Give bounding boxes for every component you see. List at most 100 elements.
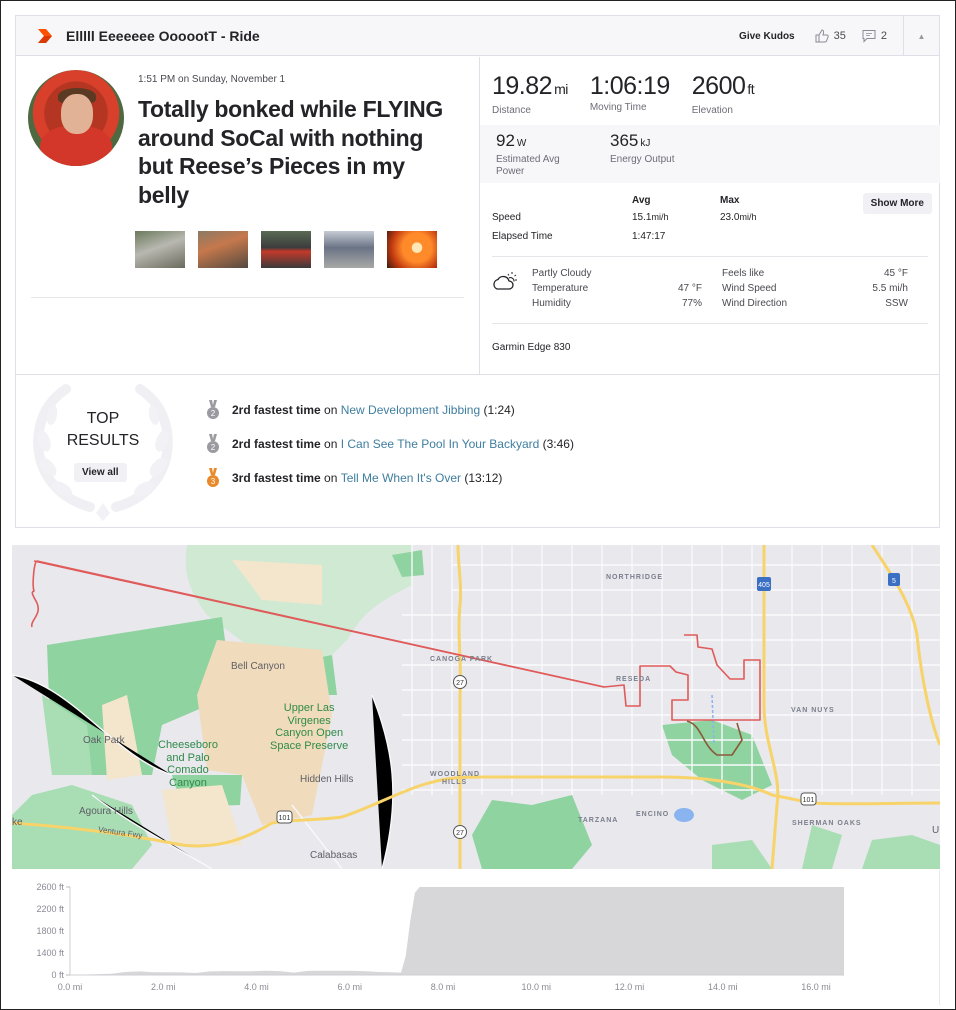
stat-label: Elevation (691, 105, 733, 116)
silver-medal-icon: 2 (207, 434, 219, 453)
row-label-elapsed-time: Elapsed Time (492, 231, 553, 242)
svg-text:101: 101 (279, 815, 291, 822)
stat-value: 19.82 (492, 72, 553, 100)
x-tick-label: 4.0 mi (244, 982, 269, 992)
give-kudos-button[interactable]: Give Kudos (739, 31, 795, 42)
map-label-partial: U (932, 825, 940, 836)
humidity-value: 77% (681, 298, 702, 309)
y-tick-label: 1400 ft (36, 948, 64, 958)
stat-value: 1:06:19 (589, 72, 670, 100)
segment-link[interactable]: New Development Jibbing (341, 403, 480, 417)
stat-value: 2600 (691, 72, 746, 100)
shield-ca27-b: 27 (453, 825, 467, 839)
stat-unit: kJ (640, 138, 651, 149)
svg-text:2: 2 (211, 409, 216, 418)
svg-text:101: 101 (803, 797, 815, 804)
result-item: 3 3rd fastest time on Tell Me When It's … (206, 468, 502, 488)
stat-value: 92 (496, 131, 515, 150)
kudos-count[interactable]: 35 (815, 29, 846, 43)
primary-stats: 19.82 mi Distance 1:06:19 Moving Time 260… (492, 72, 776, 116)
stat-elevation: 2600 ft Elevation (691, 72, 755, 116)
view-all-button[interactable]: View all (74, 463, 127, 482)
column-header-max: Max (720, 195, 740, 206)
wind-speed-label: Wind Speed (722, 283, 777, 294)
feels-like-label: Feels like (722, 268, 765, 279)
divider (492, 256, 928, 257)
shield-i5: 5 (888, 573, 900, 586)
thumbs-up-icon (815, 29, 829, 43)
elevation-area (70, 887, 844, 975)
temperature-label: Temperature (532, 283, 589, 294)
route-map[interactable]: 405 5 101 101 27 27 NORTHRIDGE CANOGA PA… (12, 545, 940, 869)
wind-direction-label: Wind Direction (722, 298, 788, 309)
shield-ca27-a: 27 (453, 675, 467, 689)
wind-direction-value: SSW (885, 298, 908, 309)
x-tick-label: 2.0 mi (151, 982, 176, 992)
divider (492, 323, 928, 324)
stat-unit: W (516, 138, 527, 149)
result-item: 2 2rd fastest time on New Development Ji… (206, 400, 515, 420)
x-tick-label: 16.0 mi (801, 982, 831, 992)
photo-thumbnail[interactable] (261, 231, 311, 268)
kudos-count-value: 35 (833, 30, 846, 42)
x-tick-label: 8.0 mi (431, 982, 456, 992)
athlete-avatar[interactable] (28, 70, 124, 166)
svg-text:405: 405 (758, 582, 770, 589)
x-tick-label: 10.0 mi (522, 982, 552, 992)
shield-us101-b: 101 (800, 792, 817, 806)
show-more-button[interactable]: Show More (862, 193, 932, 214)
map-label-partial: ke (12, 817, 23, 828)
bronze-medal-icon: 3 (207, 468, 219, 487)
row-label-speed: Speed (492, 212, 521, 223)
speed-max: 23.0mi/h (720, 212, 757, 223)
stat-label: Estimated Avg Power (496, 154, 560, 177)
map-label-tarzana: TARZANA (578, 817, 619, 824)
weather-condition: Partly Cloudy (532, 268, 592, 279)
map-label-sherman-oaks: SHERMAN OAKS (792, 820, 862, 827)
elevation-chart-svg: 0 ft 1400 ft 1800 ft 2200 ft 2600 ft 0.0 mi 2… (36, 882, 844, 992)
comment-count[interactable]: 2 (862, 29, 887, 43)
x-tick-label: 6.0 mi (338, 982, 363, 992)
highway-shields: 405 5 101 101 27 27 (276, 573, 900, 839)
feels-like-value: 45 °F (883, 268, 908, 279)
photo-thumbnail[interactable] (135, 231, 185, 268)
temperature-value: 47 °F (677, 283, 702, 294)
shield-us101-a: 101 (276, 810, 293, 824)
top-results-section: TOP RESULTS View all 2 2rd fastest time … (16, 374, 939, 527)
svg-text:2: 2 (211, 443, 216, 452)
wind-speed-value: 5.5 mi/h (872, 283, 908, 294)
x-tick-label: 14.0 mi (708, 982, 738, 992)
speed-avg: 15.1mi/h (632, 212, 669, 223)
map-label-hidden-hills: Hidden Hills (300, 774, 354, 785)
stat-unit: ft (747, 81, 755, 97)
chevron-logo-icon (38, 28, 52, 43)
photo-thumbnail[interactable] (198, 231, 248, 268)
activity-header: Elllll Eeeeeee OooootT - Ride Give Kudos… (16, 16, 939, 56)
elevation-chart[interactable]: 0 ft 1400 ft 1800 ft 2200 ft 2600 ft 0.0 mi 2… (12, 870, 940, 1005)
activity-timestamp: 1:51 PM on Sunday, November 1 (138, 74, 286, 85)
svg-text:27: 27 (456, 830, 464, 837)
map-lake (674, 808, 694, 822)
photo-thumbnail[interactable] (387, 231, 437, 268)
segment-link[interactable]: I Can See The Pool In Your Backyard (341, 437, 540, 451)
collapse-button[interactable]: ▲ (903, 16, 939, 56)
map-label-bell-canyon: Bell Canyon (231, 661, 285, 672)
stat-unit: mi (554, 81, 568, 97)
stat-avg-power: 92 W Estimated Avg Power (496, 131, 576, 178)
y-tick-label: 1800 ft (36, 926, 64, 936)
comment-icon (862, 30, 876, 43)
stat-energy-output: 365 kJ Energy Output (610, 131, 690, 178)
activity-card: Elllll Eeeeeee OooootT - Ride Give Kudos… (15, 15, 940, 528)
partly-cloudy-icon (493, 272, 517, 290)
map-label-upper-las-virgenes: Upper Las Virgenes Canyon Open Space Pre… (270, 702, 349, 752)
map-label-reseda: RESEDA (616, 676, 652, 683)
map-label-woodland-hills-2: HILLS (442, 779, 468, 786)
map-label-van-nuys: VAN NUYS (791, 707, 835, 714)
activity-stats: 19.82 mi Distance 1:06:19 Moving Time 260… (479, 57, 940, 374)
segment-link[interactable]: Tell Me When It's Over (341, 471, 461, 485)
svg-text:5: 5 (892, 578, 896, 585)
photo-thumbnail[interactable] (324, 231, 374, 268)
divider (31, 297, 464, 298)
stat-label: Moving Time (589, 102, 647, 113)
photo-strip (135, 231, 450, 268)
